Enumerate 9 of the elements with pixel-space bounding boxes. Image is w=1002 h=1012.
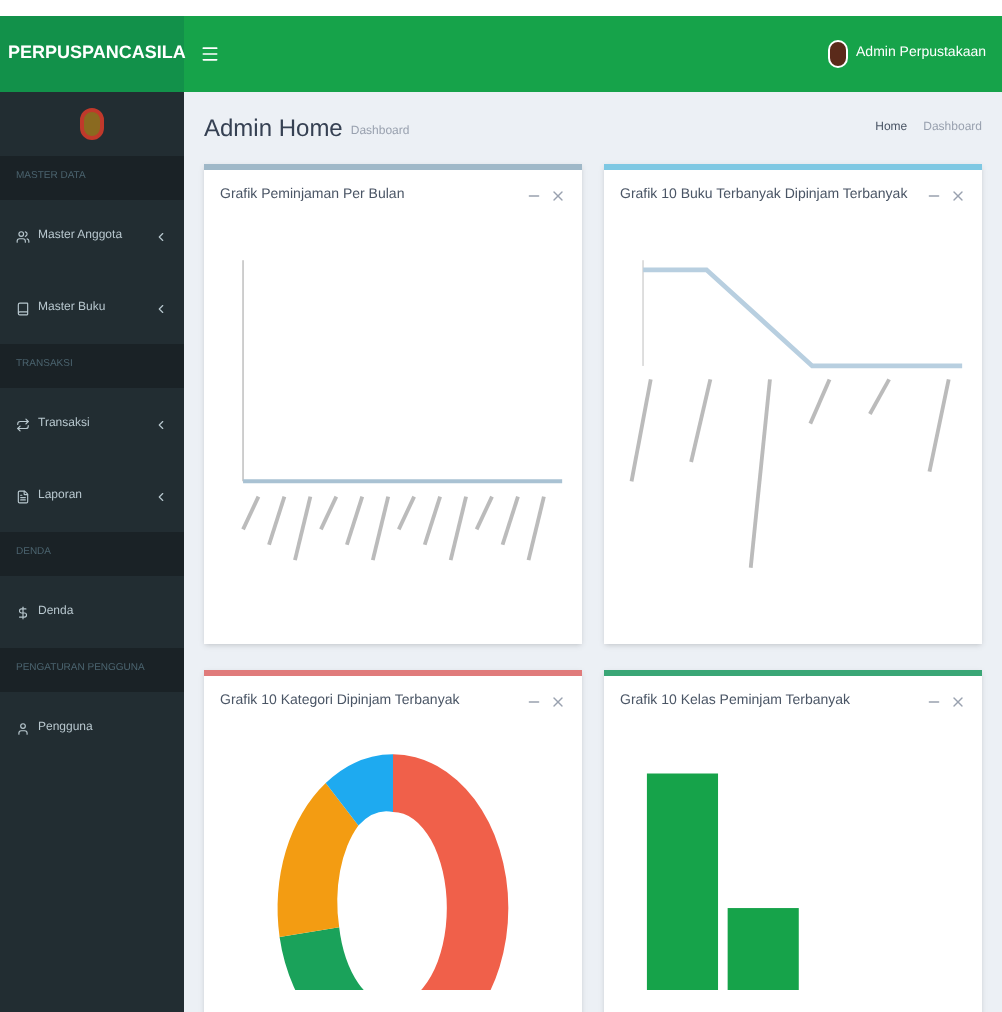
chart-bar <box>727 907 799 989</box>
page-title: Admin Home <box>204 112 343 146</box>
menu-icon[interactable] <box>200 44 220 64</box>
close-icon[interactable] <box>950 188 966 205</box>
avatar-icon[interactable] <box>828 40 849 68</box>
close-icon[interactable] <box>950 694 966 711</box>
logo-icon <box>80 108 104 140</box>
close-icon[interactable] <box>550 188 566 205</box>
close-icon[interactable] <box>550 694 566 711</box>
